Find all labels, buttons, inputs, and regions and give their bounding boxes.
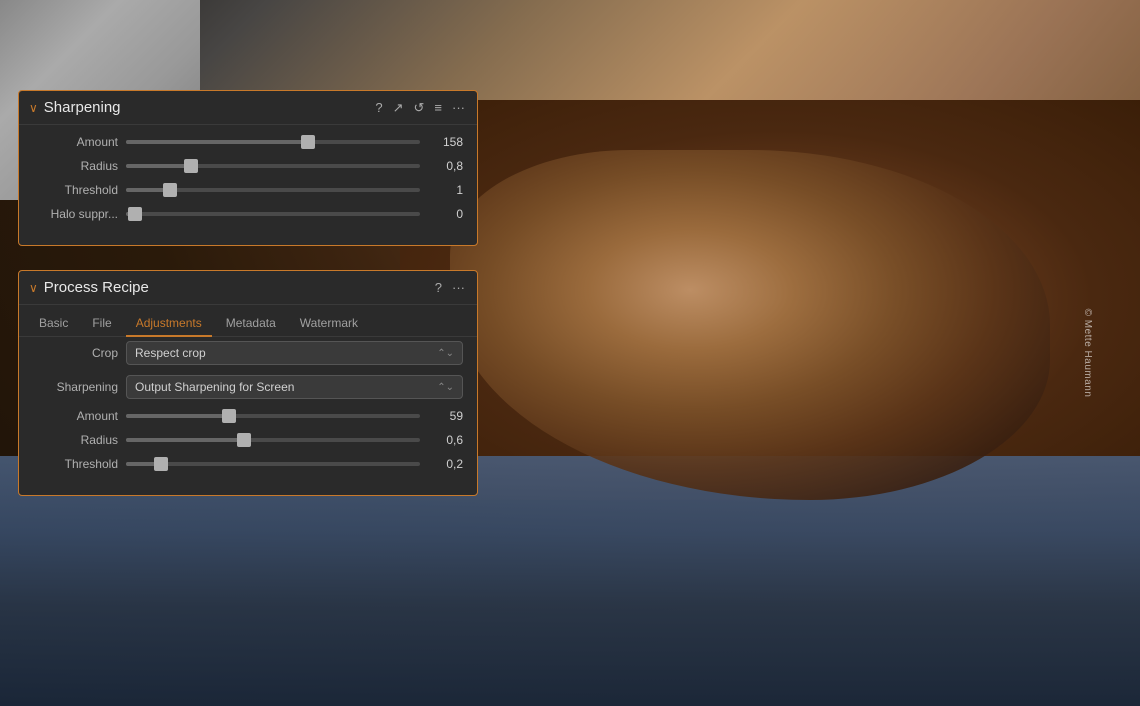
crop-label: Crop (33, 346, 118, 360)
amount-label: Amount (33, 135, 118, 149)
radius-slider-row: Radius 0,8 (33, 159, 463, 173)
pr-threshold-label: Threshold (33, 457, 118, 471)
process-help-icon[interactable]: ? (433, 280, 444, 295)
sharpening-menu-icon[interactable]: ≡ (432, 100, 444, 115)
pr-amount-thumb[interactable] (222, 409, 236, 423)
halo-thumb[interactable] (128, 207, 142, 221)
sharpening-export-icon[interactable]: ↗ (391, 100, 406, 116)
pr-amount-fill (126, 414, 229, 418)
tab-file[interactable]: File (82, 311, 121, 337)
pr-amount-slider-row: Amount 59 (33, 409, 463, 423)
halo-value: 0 (428, 207, 463, 221)
halo-slider-row: Halo suppr... 0 (33, 207, 463, 221)
radius-track[interactable] (126, 164, 420, 168)
tab-adjustments[interactable]: Adjustments (126, 311, 212, 337)
pr-threshold-value: 0,2 (428, 457, 463, 471)
sharpening-dropdown-value: Output Sharpening for Screen (135, 380, 294, 394)
process-panel-body: Crop Respect crop ⌃⌄ Sharpening Output S… (19, 337, 477, 495)
radius-fill (126, 164, 191, 168)
pr-radius-label: Radius (33, 433, 118, 447)
radius-label: Radius (33, 159, 118, 173)
threshold-label: Threshold (33, 183, 118, 197)
pr-radius-value: 0,6 (428, 433, 463, 447)
halo-label: Halo suppr... (33, 207, 118, 221)
radius-value: 0,8 (428, 159, 463, 173)
sharpening-dropdown-label: Sharpening (33, 380, 118, 394)
sharpening-dropdown[interactable]: Output Sharpening for Screen ⌃⌄ (126, 375, 463, 399)
amount-fill (126, 140, 308, 144)
pr-radius-thumb[interactable] (237, 433, 251, 447)
sharpening-panel-header: ∨ Sharpening ? ↗ ↺ ≡ ··· (19, 91, 477, 125)
pr-radius-fill (126, 438, 244, 442)
process-panel-title: Process Recipe (44, 279, 427, 296)
crop-value: Respect crop (135, 346, 206, 360)
tab-basic[interactable]: Basic (29, 311, 78, 337)
pr-amount-label: Amount (33, 409, 118, 423)
process-tab-bar: Basic File Adjustments Metadata Watermar… (19, 305, 477, 337)
threshold-value: 1 (428, 183, 463, 197)
crop-row: Crop Respect crop ⌃⌄ (33, 341, 463, 365)
amount-track[interactable] (126, 140, 420, 144)
threshold-slider-row: Threshold 1 (33, 183, 463, 197)
sharpening-panel: ∨ Sharpening ? ↗ ↺ ≡ ··· Amount 158 Radi… (18, 90, 478, 246)
pr-radius-track[interactable] (126, 438, 420, 442)
sharpening-chevron-icon: ⌃⌄ (437, 382, 454, 393)
threshold-track[interactable] (126, 188, 420, 192)
sharpening-dropdown-row: Sharpening Output Sharpening for Screen … (33, 375, 463, 399)
sharpening-collapse-icon[interactable]: ∨ (29, 101, 38, 115)
sharpening-help-icon[interactable]: ? (373, 100, 384, 115)
sharpening-panel-body: Amount 158 Radius 0,8 Threshold 1 (19, 125, 477, 245)
process-collapse-icon[interactable]: ∨ (29, 281, 38, 295)
copyright-text: © Mette Haumann (1082, 309, 1093, 398)
amount-thumb[interactable] (301, 135, 315, 149)
pr-threshold-slider-row: Threshold 0,2 (33, 457, 463, 471)
radius-thumb[interactable] (184, 159, 198, 173)
tab-metadata[interactable]: Metadata (216, 311, 286, 337)
amount-value: 158 (428, 135, 463, 149)
pr-radius-slider-row: Radius 0,6 (33, 433, 463, 447)
sharpening-reset-icon[interactable]: ↺ (412, 100, 427, 116)
process-panel-header: ∨ Process Recipe ? ··· (19, 271, 477, 305)
crop-dropdown[interactable]: Respect crop ⌃⌄ (126, 341, 463, 365)
process-recipe-panel: ∨ Process Recipe ? ··· Basic File Adjust… (18, 270, 478, 496)
sharpening-panel-title: Sharpening (44, 99, 368, 116)
process-more-icon[interactable]: ··· (450, 280, 467, 295)
pr-threshold-thumb[interactable] (154, 457, 168, 471)
halo-track[interactable] (126, 212, 420, 216)
threshold-thumb[interactable] (163, 183, 177, 197)
crop-chevron-icon: ⌃⌄ (437, 348, 454, 359)
pr-amount-track[interactable] (126, 414, 420, 418)
tab-watermark[interactable]: Watermark (290, 311, 368, 337)
pr-threshold-track[interactable] (126, 462, 420, 466)
sharpening-more-icon[interactable]: ··· (450, 100, 467, 115)
pr-amount-value: 59 (428, 409, 463, 423)
amount-slider-row: Amount 158 (33, 135, 463, 149)
